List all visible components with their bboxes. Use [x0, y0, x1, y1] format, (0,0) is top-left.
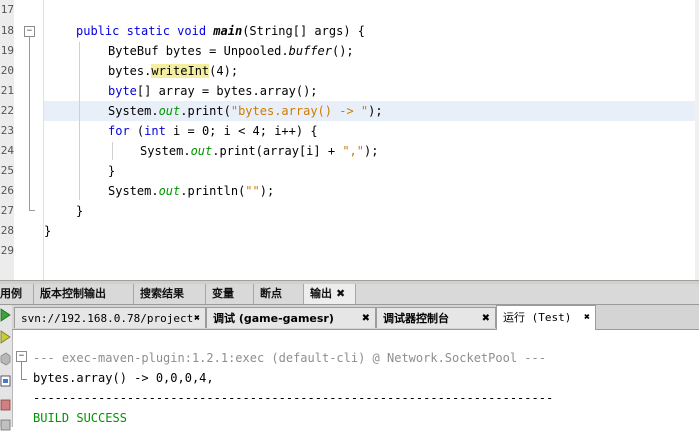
line-number: 21 — [0, 84, 14, 97]
fold-end-marker — [21, 379, 27, 380]
fold-end-marker — [29, 210, 35, 211]
code-token: .println( — [180, 184, 246, 198]
close-icon[interactable]: ✖ — [362, 308, 370, 329]
code-line-23: for (int i = 0; i < 4; i++) { — [44, 121, 699, 141]
code-token: i = 0; i < 4; i++) { — [165, 124, 318, 138]
line-number: 20 — [0, 64, 14, 77]
editor-scrollbar[interactable] — [695, 0, 699, 280]
fold-guide-line — [29, 37, 30, 210]
code-line-21: byte[] array = bytes.array(); — [44, 81, 699, 101]
code-line-19: ByteBuf bytes = Unpooled.buffer(); — [44, 41, 699, 61]
line-number: 19 — [0, 44, 14, 57]
code-line-28: } — [44, 224, 52, 238]
code-token-string: "," — [342, 144, 364, 158]
code-token: System. — [140, 144, 191, 158]
code-line-18: public static void main(String[] args) { — [44, 21, 699, 41]
tab-version-control-output[interactable]: 版本控制输出 — [34, 284, 134, 304]
code-line-26: System.out.println(""); — [44, 181, 699, 201]
code-token: ); — [364, 144, 379, 158]
code-token-string: "bytes.array() -> " — [230, 104, 369, 118]
code-token: System. — [108, 104, 159, 118]
code-token-keyword: public static void — [76, 24, 214, 38]
line-number: 17 — [0, 3, 14, 16]
line-number: 26 — [0, 184, 14, 197]
code-token-keyword: int — [144, 124, 166, 138]
tab-variables[interactable]: 变量 — [206, 284, 254, 304]
line-number: 24 — [0, 144, 14, 157]
code-token-string: "" — [245, 184, 260, 198]
code-token-field: out — [158, 104, 181, 118]
code-token-highlighted: writeInt — [151, 64, 210, 78]
line-number: 27 — [0, 204, 14, 217]
close-icon[interactable]: ✖ — [584, 306, 590, 329]
output-line-result: bytes.array() -> 0,0,0,4, — [33, 371, 214, 385]
line-number: 25 — [0, 164, 14, 177]
fold-collapse-icon[interactable]: − — [24, 26, 35, 37]
code-token: ); — [368, 104, 383, 118]
line-number: 23 — [0, 124, 14, 137]
code-line-20: bytes.writeInt(4); — [44, 61, 699, 81]
output-line-exec-header: --- exec-maven-plugin:1.2.1:exec (defaul… — [33, 351, 546, 365]
code-line-27: } — [76, 204, 84, 218]
code-token: bytes. — [108, 64, 152, 78]
fold-guide-line — [21, 361, 22, 379]
code-line-22: System.out.print("bytes.array() -> "); — [44, 101, 699, 121]
code-token-static-call: buffer — [288, 44, 332, 58]
code-token: .print(array[i] + — [212, 144, 343, 158]
rerun-with-params-icon[interactable] — [0, 330, 11, 344]
clear-output-icon[interactable] — [0, 398, 11, 412]
code-token: .print( — [180, 104, 231, 118]
code-token: ( — [129, 124, 145, 138]
tab-search-results[interactable]: 搜索结果 — [134, 284, 206, 304]
bottom-panel-tab-bar: 用例 版本控制输出 搜索结果 变量 断点 输出 ✖ — [0, 284, 699, 305]
tab-test-cases[interactable]: 用例 — [0, 284, 34, 304]
settings-icon[interactable] — [0, 374, 11, 388]
tab-run-test[interactable]: 运行 (Test) ✖ — [496, 305, 596, 330]
tab-debugger-console[interactable]: 调试器控制台 ✖ — [376, 307, 496, 328]
line-number-gutter: 17 18 19 20 21 22 23 24 25 26 27 28 29 — [0, 0, 14, 280]
tab-output[interactable]: 输出 ✖ — [304, 284, 356, 304]
output-tab-bar: svn://192.168.0.78/project ✖ 调试 (game-gam… — [12, 305, 699, 330]
tab-svn-output[interactable]: svn://192.168.0.78/project ✖ — [14, 307, 206, 328]
code-token: (); — [331, 44, 354, 58]
stop-icon[interactable] — [0, 352, 11, 366]
close-icon[interactable]: ✖ — [194, 308, 200, 329]
history-icon[interactable] — [0, 418, 11, 432]
tab-debug-game[interactable]: 调试 (game-gamesr) ✖ — [206, 307, 376, 328]
code-token: ByteBuf bytes = Unpooled. — [108, 44, 289, 58]
code-token: (String[] args) { — [242, 24, 366, 38]
code-token-field: out — [190, 144, 213, 158]
code-token: ); — [259, 184, 275, 198]
line-number: 28 — [0, 224, 14, 237]
line-number: 29 — [0, 244, 14, 257]
code-token: (4); — [209, 64, 239, 78]
line-number: 22 — [0, 104, 14, 117]
code-token-field: out — [158, 184, 181, 198]
line-number: 18 — [0, 24, 14, 37]
close-icon[interactable]: ✖ — [336, 287, 345, 300]
rerun-icon[interactable] — [0, 308, 11, 322]
code-editor[interactable]: 17 18 19 20 21 22 23 24 25 26 27 28 29 −… — [0, 0, 699, 280]
output-console[interactable]: − --- exec-maven-plugin:1.2.1:exec (defa… — [13, 330, 699, 427]
code-token-method: main — [213, 24, 243, 38]
code-token-keyword: byte — [108, 84, 137, 98]
code-token-keyword: for — [108, 124, 130, 138]
output-line-build-success: BUILD SUCCESS — [33, 411, 127, 425]
code-line-24: System.out.print(array[i] + ","); — [44, 141, 699, 161]
tab-breakpoints[interactable]: 断点 — [254, 284, 304, 304]
code-token: System. — [108, 184, 159, 198]
close-icon[interactable]: ✖ — [482, 308, 490, 329]
code-line-25: } — [108, 164, 116, 178]
output-line-separator: ----------------------------------------… — [33, 391, 554, 405]
code-token: [] array = bytes.array(); — [136, 84, 318, 98]
